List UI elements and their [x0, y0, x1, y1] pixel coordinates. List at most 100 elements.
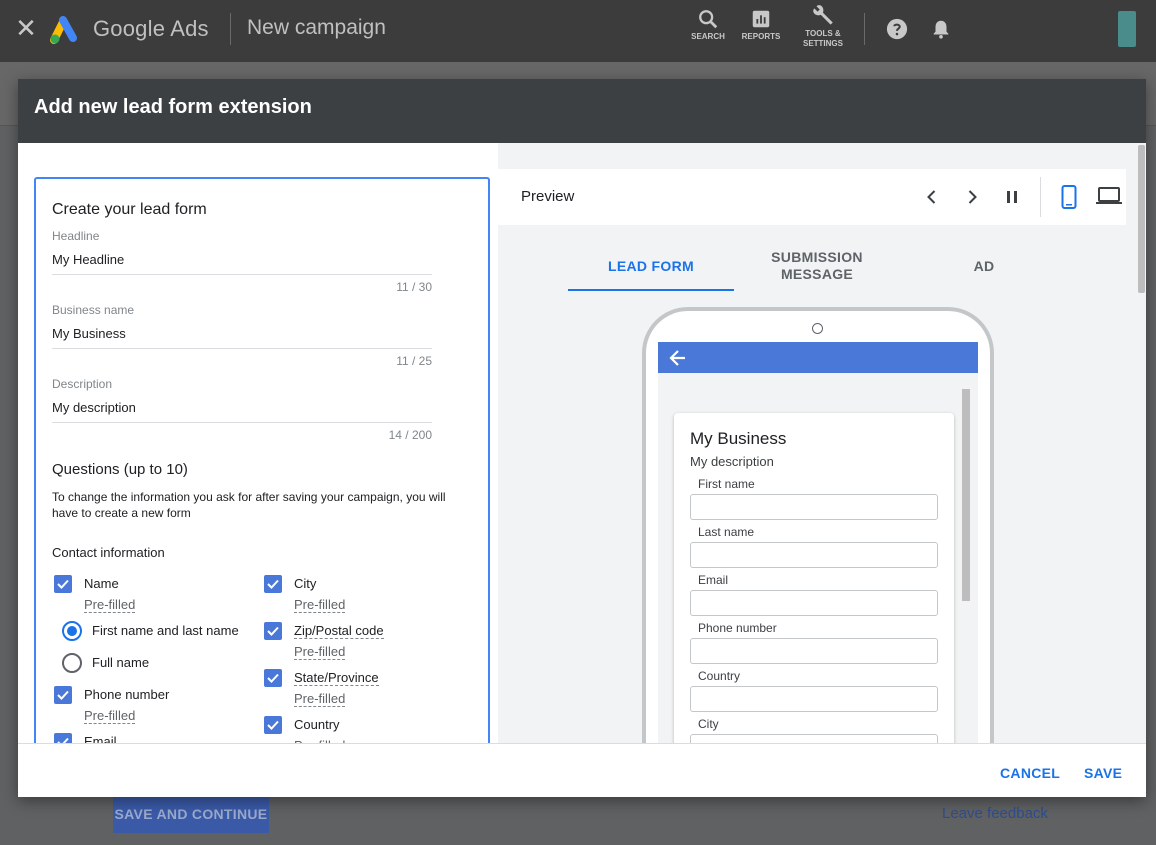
preview-field-label: Country	[698, 669, 741, 683]
contact-info-title: Contact information	[52, 545, 165, 560]
city-label: City	[294, 576, 317, 591]
preview-field-input[interactable]	[690, 638, 938, 664]
business-name-field[interactable]: Business name My Business 11 / 25	[52, 303, 432, 368]
business-name-counter: 11 / 25	[396, 354, 432, 368]
phone-number-checkbox[interactable]	[54, 686, 72, 704]
phone-app-bar	[658, 342, 978, 373]
country-checkbox[interactable]	[264, 716, 282, 734]
headline-input[interactable]: My Headline	[52, 252, 432, 275]
headline-label: Headline	[52, 229, 100, 243]
search-tool-button[interactable]: SEARCH	[678, 8, 738, 42]
phone-number-label: Phone number	[84, 687, 170, 702]
leave-feedback-link[interactable]: Leave feedback	[942, 805, 1048, 822]
preview-tabs: LEAD FORM SUBMISSION MESSAGE AD	[568, 241, 1068, 291]
mobile-device-icon[interactable]	[1059, 185, 1079, 209]
questions-description: To change the information you ask for af…	[52, 490, 446, 520]
phone-camera	[812, 323, 823, 334]
description-field[interactable]: Description My description 14 / 200	[52, 377, 432, 442]
preview-field-input[interactable]	[690, 686, 938, 712]
tab-lead-form[interactable]: LEAD FORM	[568, 241, 734, 291]
first-last-name-radio[interactable]	[62, 621, 82, 641]
reports-tool-button[interactable]: REPORTS	[731, 8, 791, 42]
zip-prefilled[interactable]: Pre-filled	[294, 644, 346, 660]
desktop-device-icon[interactable]	[1096, 186, 1122, 206]
description-counter: 14 / 200	[388, 428, 432, 442]
name-prefilled[interactable]: Pre-filled	[84, 597, 136, 613]
search-icon	[699, 10, 718, 29]
preview-field-email: Email	[690, 573, 938, 616]
preview-field-country: Country	[690, 669, 938, 712]
lead-form-dialog: Add new lead form extension Create your …	[18, 79, 1146, 797]
preview-field-phone: Phone number	[690, 621, 938, 664]
name-checkbox[interactable]	[54, 575, 72, 593]
dialog-title: Add new lead form extension	[18, 79, 1146, 143]
check-icon	[57, 579, 69, 589]
preview-title: Preview	[521, 188, 575, 205]
preview-field-label: City	[698, 717, 719, 731]
preview-field-label: Email	[698, 573, 729, 587]
help-icon[interactable]	[886, 18, 908, 40]
preview-business-name: My Business	[690, 429, 787, 448]
close-icon[interactable]: ✕	[14, 15, 38, 41]
form-title: Create your lead form	[52, 201, 207, 218]
tools-label-line2: SETTINGS	[802, 39, 843, 48]
preview-scrollbar-thumb[interactable]	[1138, 145, 1145, 293]
divider	[230, 13, 231, 45]
full-name-radio[interactable]	[62, 653, 82, 673]
page-title: New campaign	[247, 16, 386, 39]
preview-header: Preview	[498, 169, 1126, 225]
check-icon	[267, 579, 279, 589]
preview-field-label: Phone number	[698, 621, 777, 635]
phone-screen: My Business My description First name La…	[658, 373, 978, 777]
divider	[1040, 177, 1041, 217]
preview-field-input[interactable]	[690, 542, 938, 568]
tab-lead-form-label: LEAD FORM	[608, 258, 694, 274]
chevron-left-icon[interactable]	[922, 187, 942, 207]
headline-counter: 11 / 30	[396, 280, 432, 294]
lead-form-card: Create your lead form Headline My Headli…	[34, 177, 490, 757]
city-prefilled[interactable]: Pre-filled	[294, 597, 346, 613]
save-button[interactable]: SAVE	[1084, 765, 1122, 781]
pause-icon[interactable]	[1002, 187, 1022, 207]
cancel-button[interactable]: CANCEL	[1000, 765, 1060, 781]
questions-title: Questions (up to 10)	[52, 461, 188, 478]
full-name-label: Full name	[92, 655, 150, 670]
first-last-name-label: First name and last name	[92, 623, 239, 638]
search-tool-label: SEARCH	[691, 32, 725, 41]
check-icon	[267, 720, 279, 730]
notifications-bell-icon[interactable]	[930, 18, 952, 40]
tools-settings-button[interactable]: TOOLS & SETTINGS	[793, 3, 853, 49]
description-label: Description	[52, 377, 113, 391]
tools-label-line1: TOOLS &	[805, 29, 841, 38]
state-checkbox[interactable]	[264, 669, 282, 687]
avatar[interactable]	[1118, 11, 1136, 47]
preview-field-input[interactable]	[690, 494, 938, 520]
active-tab-indicator	[568, 289, 734, 291]
description-input[interactable]: My description	[52, 400, 432, 423]
zip-label: Zip/Postal code	[294, 623, 384, 639]
phone-scrollbar[interactable]	[962, 389, 970, 601]
top-app-bar: ✕ Google Ads New campaign SEARCH REPORTS…	[0, 0, 1156, 62]
chevron-right-icon[interactable]	[962, 187, 982, 207]
country-label: Country	[294, 717, 340, 732]
headline-field[interactable]: Headline My Headline 11 / 30	[52, 229, 432, 294]
business-name-input[interactable]: My Business	[52, 326, 432, 349]
preview-field-label: Last name	[698, 525, 755, 539]
state-prefilled[interactable]: Pre-filled	[294, 691, 346, 707]
preview-field-input[interactable]	[690, 590, 938, 616]
tab-ad[interactable]: AD	[958, 241, 1010, 291]
preview-field-first-name: First name	[690, 477, 938, 520]
brand-name: Google Ads	[93, 16, 209, 41]
reports-icon	[752, 10, 770, 28]
check-icon	[267, 673, 279, 683]
divider	[864, 13, 865, 45]
back-arrow-icon[interactable]	[668, 348, 688, 368]
reports-tool-label: REPORTS	[741, 32, 781, 41]
save-and-continue-button[interactable]: SAVE AND CONTINUE	[113, 796, 269, 833]
lead-form-preview-card: My Business My description First name La…	[674, 413, 954, 777]
phone-number-prefilled[interactable]: Pre-filled	[84, 708, 136, 724]
tab-submission-message[interactable]: SUBMISSION MESSAGE	[764, 241, 870, 291]
zip-checkbox[interactable]	[264, 622, 282, 640]
name-label: Name	[84, 576, 119, 591]
city-checkbox[interactable]	[264, 575, 282, 593]
